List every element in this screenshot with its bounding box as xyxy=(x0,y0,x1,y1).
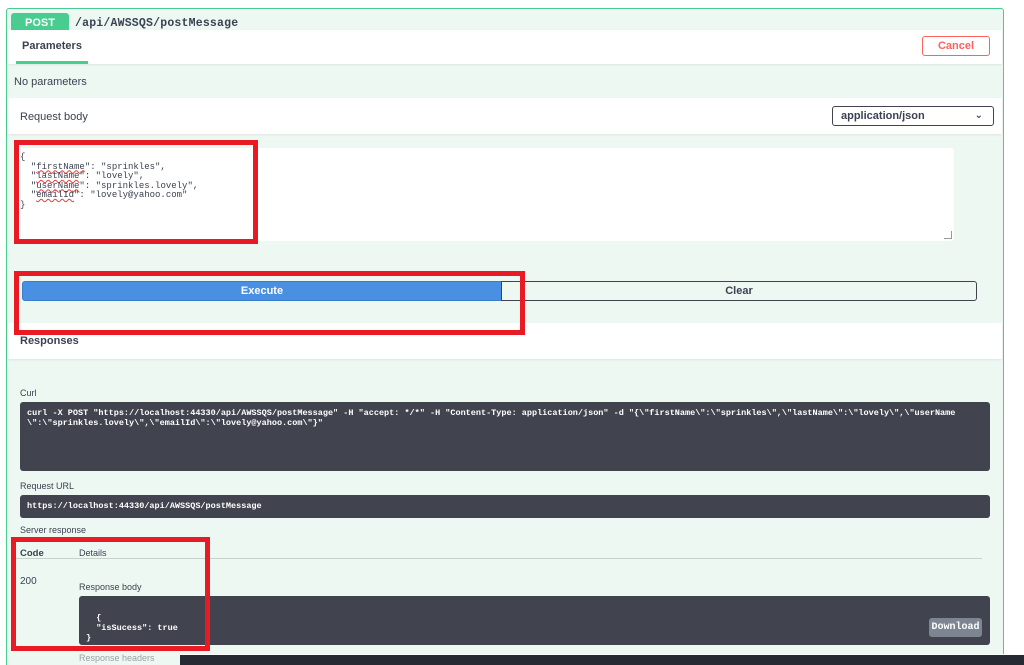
clear-button[interactable]: Clear xyxy=(501,281,977,301)
server-response-label: Server response xyxy=(20,525,87,535)
response-body-box: { "isSucess": true } Download xyxy=(79,596,990,645)
table-divider xyxy=(14,558,982,559)
curl-command-box: curl -X POST "https://localhost:44330/ap… xyxy=(20,402,990,471)
response-headers-label: Response headers xyxy=(79,653,155,663)
details-column-header: Details xyxy=(79,548,107,558)
content-type-value: application/json xyxy=(841,110,925,122)
json-line: { xyxy=(20,152,26,162)
json-value: : "sprinkles.lovely", xyxy=(84,180,199,191)
request-url-label: Request URL xyxy=(20,481,75,491)
request-body-editor[interactable]: { "firstName": "sprinkles", "lastName": … xyxy=(14,148,954,241)
json-line: } xyxy=(20,199,26,210)
request-url-box: https://localhost:44330/api/AWSSQS/postM… xyxy=(20,495,990,518)
tab-parameters[interactable]: Parameters xyxy=(16,30,88,64)
download-button[interactable]: Download xyxy=(929,618,982,637)
parameters-header: Parameters Cancel xyxy=(8,30,1002,64)
content-type-select[interactable]: application/json ⌄ xyxy=(832,106,994,126)
json-key: userName xyxy=(36,180,80,191)
taskbar xyxy=(180,655,1024,665)
json-key: emailId xyxy=(36,190,75,200)
status-code: 200 xyxy=(20,576,37,587)
response-body-text: { "isSucess": true } xyxy=(86,613,178,643)
responses-title: Responses xyxy=(20,335,79,347)
json-value: : "lovely@yahoo.com" xyxy=(79,190,188,200)
json-value: : "lovely", xyxy=(84,171,145,181)
responses-header: Responses xyxy=(8,323,1002,359)
resize-handle-icon[interactable] xyxy=(944,231,952,239)
chevron-down-icon: ⌄ xyxy=(974,110,983,121)
execute-button[interactable]: Execute xyxy=(22,281,502,301)
request-body-label: Request body xyxy=(20,111,88,123)
curl-label: Curl xyxy=(20,388,37,398)
cancel-button[interactable]: Cancel xyxy=(922,36,990,56)
json-key: lastName xyxy=(36,171,80,181)
json-key: firstName xyxy=(36,161,85,172)
no-parameters-text: No parameters xyxy=(14,76,87,88)
response-body-label: Response body xyxy=(79,582,142,592)
json-value: : "sprinkles", xyxy=(90,161,166,172)
request-body-header: Request body application/json ⌄ xyxy=(8,98,1002,134)
endpoint-path: /api/AWSSQS/postMessage xyxy=(75,17,239,30)
